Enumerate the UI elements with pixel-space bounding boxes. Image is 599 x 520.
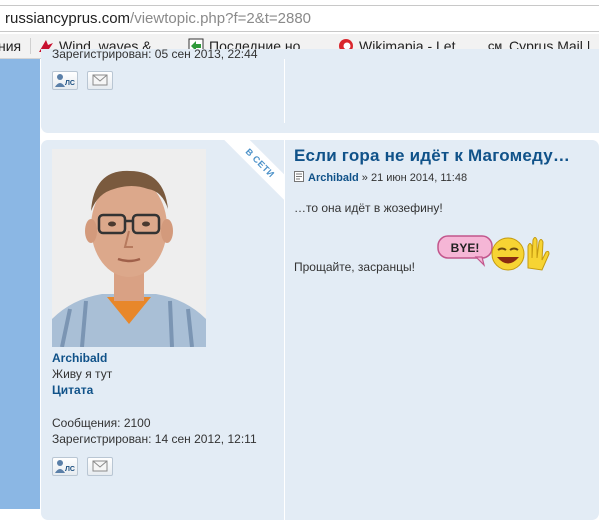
messages-label: Сообщения:	[52, 416, 121, 430]
forum-page: Зарегистрирован: 05 сен 2013, 22:44 ЛС В…	[0, 49, 599, 520]
envelope-icon	[92, 460, 108, 472]
svg-text:ЛС: ЛС	[65, 466, 75, 473]
avatar-photo	[52, 149, 206, 347]
registered-value: 14 сен 2012, 12:11	[154, 432, 257, 446]
bye-smiley-icon: BYE!	[437, 235, 550, 271]
bookmark-item-truncated[interactable]: ния	[0, 37, 21, 55]
registered-info: Зарегистрирован: 14 сен 2012, 12:11	[52, 432, 257, 446]
bookmark-separator	[30, 38, 31, 54]
online-badge-label: В СЕТИ	[221, 140, 285, 204]
previous-post: Зарегистрирован: 05 сен 2013, 22:44 ЛС	[41, 49, 599, 133]
post-meta: Archibald » 21 июн 2014, 11:48	[294, 171, 467, 184]
post-body-line: Прощайте, засранцы!	[294, 260, 415, 274]
pm-icon: ЛС	[55, 74, 75, 87]
avatar	[52, 149, 206, 347]
post-meta-author[interactable]: Archibald	[308, 172, 359, 184]
quote-link[interactable]: Цитата	[52, 383, 93, 397]
post-meta-date: 21 июн 2014, 11:48	[370, 172, 468, 184]
forum-post: В СЕТИ Archibald Живу я тут Цитата Сообщ…	[41, 140, 599, 520]
post-body-line: …то она идёт в жозефину!	[294, 201, 443, 215]
svg-text:ЛС: ЛС	[65, 80, 75, 87]
post-author-name[interactable]: Archibald	[52, 351, 107, 365]
address-bar: russiancyprus.com/viewtopic.php?f=2&t=28…	[0, 0, 599, 34]
messages-value: 2100	[123, 416, 151, 430]
smiley-text: BYE!	[451, 241, 480, 255]
post-title[interactable]: Если гора не идёт к Магомеду…	[294, 146, 570, 166]
pm-icon: ЛС	[55, 460, 75, 473]
pm-button[interactable]: ЛС	[52, 457, 78, 476]
url-path: /viewtopic.php?f=2&t=2880	[130, 10, 312, 27]
post-icon[interactable]	[294, 171, 304, 182]
messages-count: Сообщения: 2100	[52, 416, 151, 430]
bookmark-label: ния	[0, 38, 22, 54]
email-button[interactable]	[87, 71, 113, 90]
post-meta-separator: »	[361, 172, 368, 184]
user-rank: Живу я тут	[52, 367, 113, 381]
post-divider	[284, 59, 285, 123]
url-field[interactable]: russiancyprus.com/viewtopic.php?f=2&t=28…	[0, 5, 599, 32]
pm-button[interactable]: ЛС	[52, 71, 78, 90]
email-button[interactable]	[87, 457, 113, 476]
online-badge: В СЕТИ	[221, 140, 285, 204]
registered-info: Зарегистрирован: 05 сен 2013, 22:44	[52, 49, 258, 61]
url-text: russiancyprus.com/viewtopic.php?f=2&t=28…	[5, 10, 311, 27]
registered-label: Зарегистрирован:	[52, 432, 152, 446]
envelope-icon	[92, 74, 108, 86]
url-host: russiancyprus.com	[5, 10, 131, 27]
